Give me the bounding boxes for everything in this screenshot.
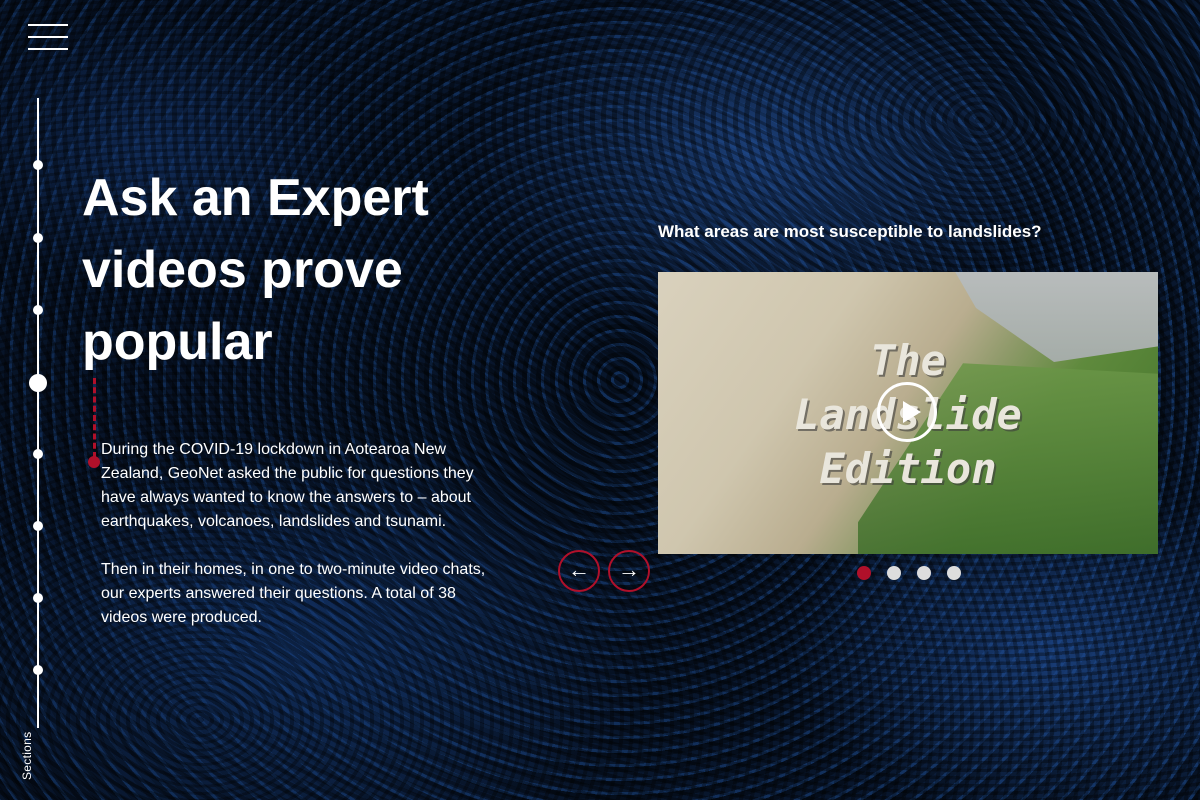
video-title-line-3: Edition	[819, 444, 997, 493]
carousel-dot-4[interactable]	[947, 566, 961, 580]
intro-text: During the COVID-19 lockdown in Aotearoa…	[101, 438, 491, 654]
intro-paragraph-2: Then in their homes, in one to two-minut…	[101, 561, 486, 626]
next-arrow-button[interactable]: →	[608, 550, 650, 592]
section-dot-7[interactable]	[33, 593, 43, 603]
menu-icon[interactable]	[28, 24, 68, 52]
carousel-dot-3[interactable]	[917, 566, 931, 580]
play-icon[interactable]	[877, 382, 937, 442]
page-title: Ask an Expert videos prove popular	[82, 169, 429, 371]
carousel-dot-2[interactable]	[887, 566, 901, 580]
section-dot-8[interactable]	[33, 665, 43, 675]
prev-arrow-button[interactable]: ←	[558, 550, 600, 592]
accent-dot	[88, 456, 100, 468]
intro-paragraph-1: During the COVID-19 lockdown in Aotearoa…	[101, 441, 474, 530]
section-dot-1[interactable]	[33, 160, 43, 170]
carousel-dot-1-active[interactable]	[857, 566, 871, 580]
section-dot-4-active[interactable]	[29, 374, 47, 392]
video-title-line-1: The	[870, 336, 946, 385]
section-dot-5[interactable]	[33, 449, 43, 459]
section-dot-2[interactable]	[33, 233, 43, 243]
section-dot-3[interactable]	[33, 305, 43, 315]
section-rail	[37, 98, 39, 728]
video-question: What areas are most susceptible to lands…	[658, 222, 1042, 241]
accent-dashed-line	[93, 378, 96, 458]
section-dot-6[interactable]	[33, 521, 43, 531]
sections-label[interactable]: Sections	[20, 732, 34, 780]
video-player[interactable]: The Landslide Edition	[658, 272, 1158, 554]
